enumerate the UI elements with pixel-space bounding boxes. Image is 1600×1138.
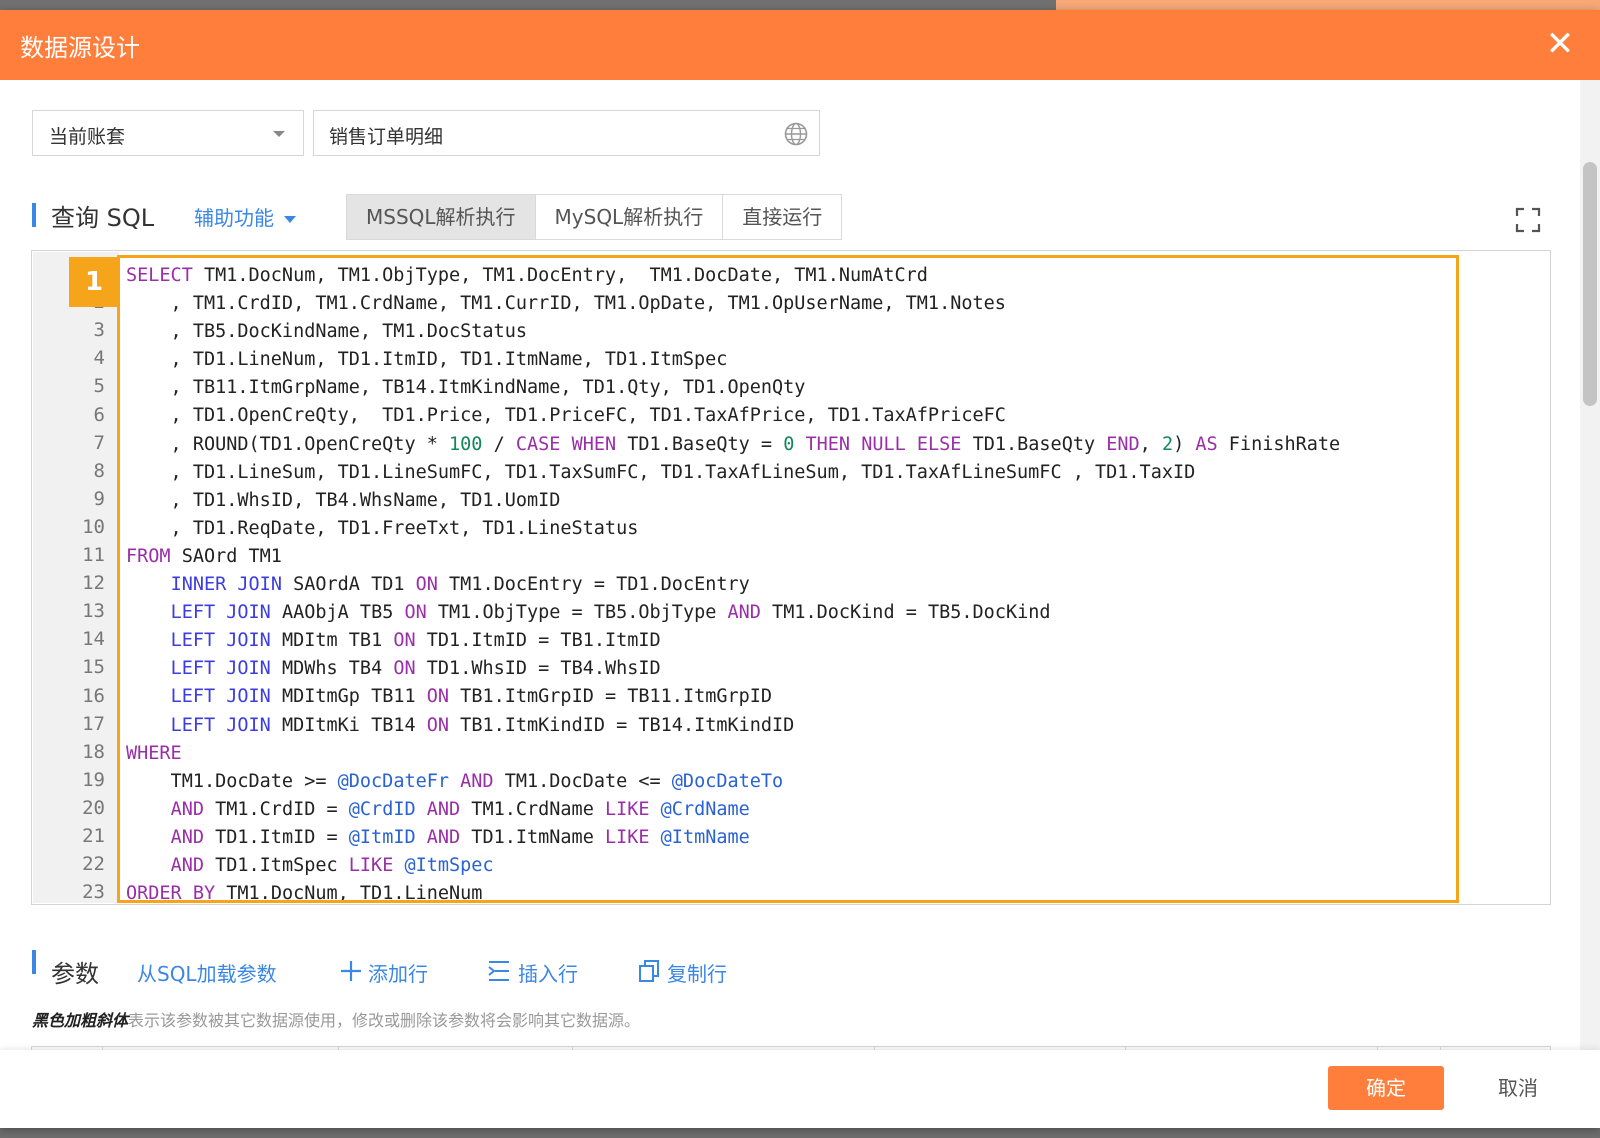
add-row-button[interactable]: 添加行 xyxy=(368,958,428,987)
direct-run-button[interactable]: 直接运行 xyxy=(723,195,842,239)
confirm-button[interactable]: 确定 xyxy=(1328,1066,1444,1110)
globe-icon[interactable] xyxy=(783,121,809,147)
line-number: 12 xyxy=(82,572,105,595)
scrollbar-thumb[interactable] xyxy=(1583,162,1597,406)
copy-icon[interactable] xyxy=(636,958,662,984)
line-number: 5 xyxy=(93,375,105,398)
line-number: 17 xyxy=(82,712,105,735)
line-number: 11 xyxy=(82,544,105,566)
fullscreen-icon[interactable] xyxy=(1514,206,1542,234)
line-number: 9 xyxy=(93,487,105,510)
mysql-parse-run-button[interactable]: MySQL解析执行 xyxy=(535,195,724,239)
cancel-button[interactable]: 取消 xyxy=(1498,1066,1538,1110)
caret-down-icon xyxy=(284,216,296,223)
line-number: 13 xyxy=(82,600,105,623)
insert-row-icon[interactable] xyxy=(486,958,512,984)
aux-functions-label: 辅助功能 xyxy=(194,206,274,230)
line-number: 8 xyxy=(93,459,105,482)
line-number: 23 xyxy=(82,881,105,904)
params-section-title: 参数 xyxy=(51,960,99,988)
line-number-gutter: 1234567891011121314151617181920212223 xyxy=(33,252,119,903)
line-number: 21 xyxy=(82,825,105,847)
line-number: 3 xyxy=(93,319,105,342)
line-number: 19 xyxy=(82,768,105,791)
sql-section-marker xyxy=(32,203,36,227)
copy-row-button[interactable]: 复制行 xyxy=(667,958,727,987)
line-number: 15 xyxy=(82,656,105,679)
chevron-down-icon xyxy=(273,131,285,137)
params-note-emphasis: 黑色加粗斜体 xyxy=(32,1011,129,1030)
params-section-marker xyxy=(32,950,36,974)
line-number: 14 xyxy=(82,628,105,651)
line-number: 18 xyxy=(82,740,105,763)
source-name-value: 销售订单明细 xyxy=(329,126,444,148)
line-number: 16 xyxy=(82,684,105,707)
account-select[interactable]: 当前账套 xyxy=(32,110,304,156)
line-number: 10 xyxy=(82,515,105,538)
plus-icon[interactable] xyxy=(338,958,364,984)
close-icon[interactable]: ✕ xyxy=(1538,22,1582,66)
params-note: 黑色加粗斜体表示该参数被其它数据源使用，修改或删除该参数将会影响其它数据源。 xyxy=(32,1007,640,1031)
highlight-badge: 1 xyxy=(69,257,119,307)
line-number: 22 xyxy=(82,853,105,876)
line-number: 4 xyxy=(93,347,105,370)
dialog-scrollbar[interactable] xyxy=(1580,80,1600,1060)
dialog-titlebar: 数据源设计 ✕ xyxy=(0,10,1600,80)
account-select-value: 当前账套 xyxy=(49,126,126,148)
source-name-input[interactable]: 销售订单明细 xyxy=(313,110,820,156)
sql-section-title: 查询 SQL xyxy=(51,204,155,232)
dialog-footer: 确定 取消 xyxy=(0,1050,1600,1128)
insert-row-button[interactable]: 插入行 xyxy=(518,958,578,987)
datasource-design-dialog: 数据源设计 ✕ 当前账套 销售订单明细 查询 SQL 辅助功能 MSSQL解析执… xyxy=(0,10,1600,1128)
line-number: 6 xyxy=(93,403,105,426)
sql-run-button-group: MSSQL解析执行 MySQL解析执行 直接运行 xyxy=(346,194,843,240)
aux-functions-dropdown[interactable]: 辅助功能 xyxy=(194,202,296,231)
sql-code-text[interactable]: SELECT TM1.DocNum, TM1.ObjType, TM1.DocE… xyxy=(126,262,1340,908)
load-params-from-sql-link[interactable]: 从SQL加载参数 xyxy=(137,958,277,987)
params-note-text: 表示该参数被其它数据源使用，修改或删除该参数将会影响其它数据源。 xyxy=(128,1011,641,1030)
line-number: 20 xyxy=(82,796,105,819)
mssql-parse-run-button[interactable]: MSSQL解析执行 xyxy=(347,195,536,239)
line-number: 7 xyxy=(93,431,105,454)
dialog-title: 数据源设计 xyxy=(20,34,140,62)
